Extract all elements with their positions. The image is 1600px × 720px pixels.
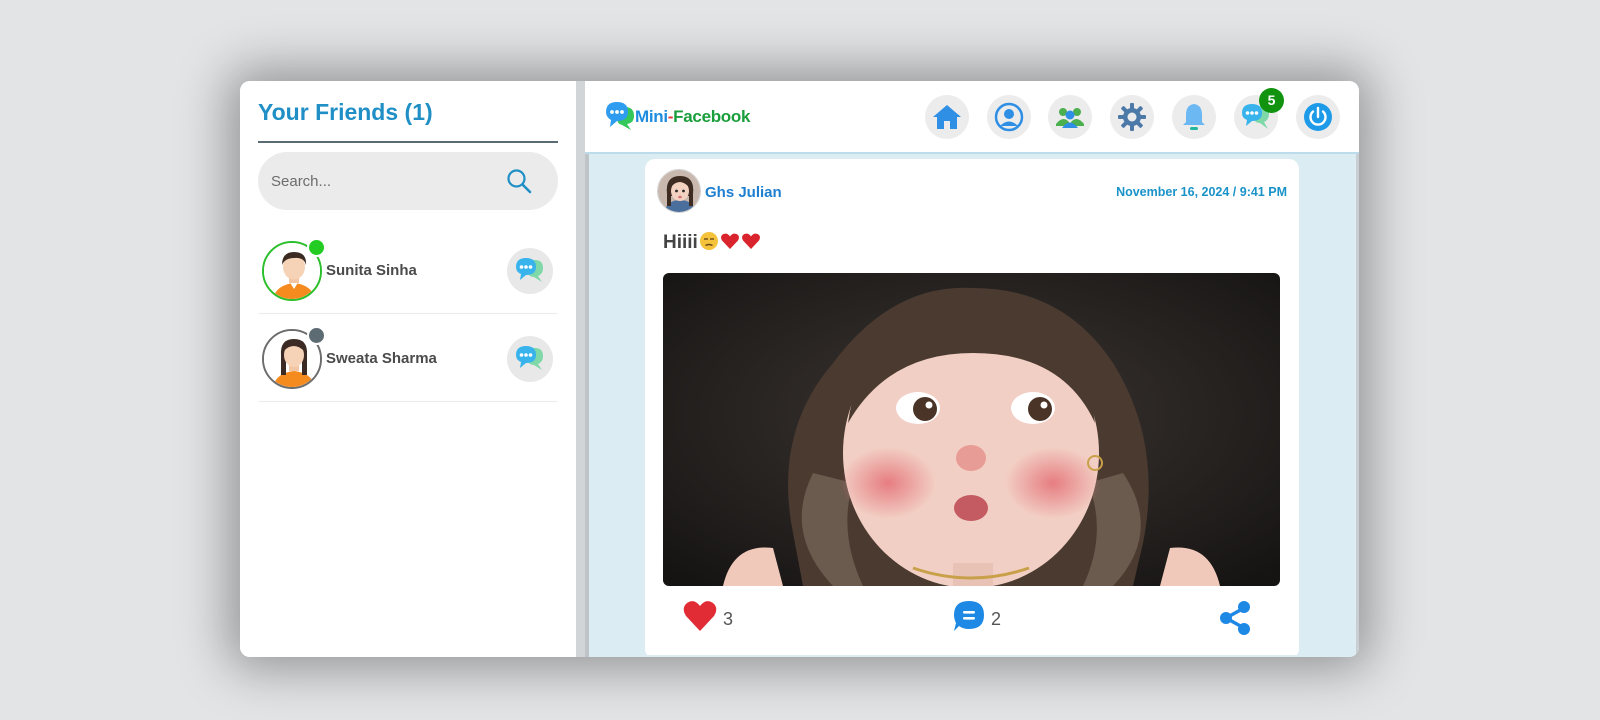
online-status-dot <box>307 238 326 257</box>
friend-search-box <box>258 152 558 210</box>
share-button[interactable] <box>1217 600 1253 641</box>
friends-button[interactable] <box>1048 95 1092 139</box>
chat-button[interactable] <box>507 248 553 294</box>
like-button[interactable] <box>682 599 718 638</box>
chat-bubble-icon <box>516 346 543 370</box>
chat-bubble-icon <box>516 258 543 282</box>
comment-count: 2 <box>991 609 1002 629</box>
logo-mini-text: Mini <box>635 107 668 126</box>
red-heart-emoji <box>720 231 740 257</box>
bell-icon <box>1183 104 1205 130</box>
power-icon <box>1304 103 1332 131</box>
main-feed-panel: Mini-Facebook 5 Ghs Julian November 16, … <box>585 81 1359 657</box>
home-icon <box>933 105 961 129</box>
logout-button[interactable] <box>1296 95 1340 139</box>
share-icon <box>1220 601 1250 635</box>
post-author-name[interactable]: Ghs Julian <box>705 184 782 201</box>
friend-name[interactable]: Sunita Sinha <box>326 262 417 279</box>
friends-title: Your Friends (1) <box>258 99 433 125</box>
messages-count-badge: 5 <box>1259 88 1284 113</box>
comment-icon <box>954 601 984 631</box>
red-heart-emoji <box>741 231 761 257</box>
top-navigation-bar: Mini-Facebook 5 <box>585 81 1359 154</box>
feed-left-edge <box>585 154 589 657</box>
logo-facebook-text: Facebook <box>673 107 751 126</box>
post-text: Hiiii <box>663 231 761 257</box>
title-divider <box>258 141 558 143</box>
panel-divider <box>576 81 585 657</box>
post-actions-bar: 3 2 <box>645 597 1299 637</box>
post-bottom-edge <box>645 655 1299 657</box>
post-card: Ghs Julian November 16, 2024 / 9:41 PM H… <box>645 159 1299 657</box>
messages-button[interactable]: 5 <box>1234 88 1284 139</box>
comment-button[interactable] <box>952 599 986 638</box>
friend-search-input[interactable] <box>271 169 491 193</box>
settings-button[interactable] <box>1110 95 1154 139</box>
post-text-content: Hiiii <box>663 232 698 253</box>
search-icon[interactable] <box>506 168 532 194</box>
friend-item[interactable]: Sunita Sinha <box>258 226 558 314</box>
like-count: 3 <box>723 609 734 629</box>
app-window: Your Friends (1) Sunita Sinha <box>240 81 1359 657</box>
notifications-button[interactable] <box>1172 95 1216 139</box>
friend-name[interactable]: Sweata Sharma <box>326 350 437 367</box>
settings-icon <box>1118 103 1146 131</box>
app-logo[interactable]: Mini-Facebook <box>605 98 755 134</box>
post-author-avatar[interactable] <box>657 169 701 213</box>
post-timestamp: November 16, 2024 / 9:41 PM <box>1116 185 1287 199</box>
logo-bubble-icon <box>606 102 634 130</box>
friends-icon <box>1056 108 1084 128</box>
feed-scrollbar[interactable] <box>1356 154 1359 657</box>
profile-button[interactable] <box>987 95 1031 139</box>
profile-icon <box>994 102 1024 132</box>
unamused-face-emoji <box>699 231 719 257</box>
friend-item[interactable]: Sweata Sharma <box>258 314 558 402</box>
offline-status-dot <box>307 326 326 345</box>
friends-sidebar: Your Friends (1) Sunita Sinha <box>240 81 576 657</box>
chat-button[interactable] <box>507 336 553 382</box>
home-button[interactable] <box>925 95 969 139</box>
heart-icon <box>683 601 717 631</box>
post-photo[interactable] <box>663 273 1280 586</box>
logo-text: Mini-Facebook <box>635 107 750 127</box>
